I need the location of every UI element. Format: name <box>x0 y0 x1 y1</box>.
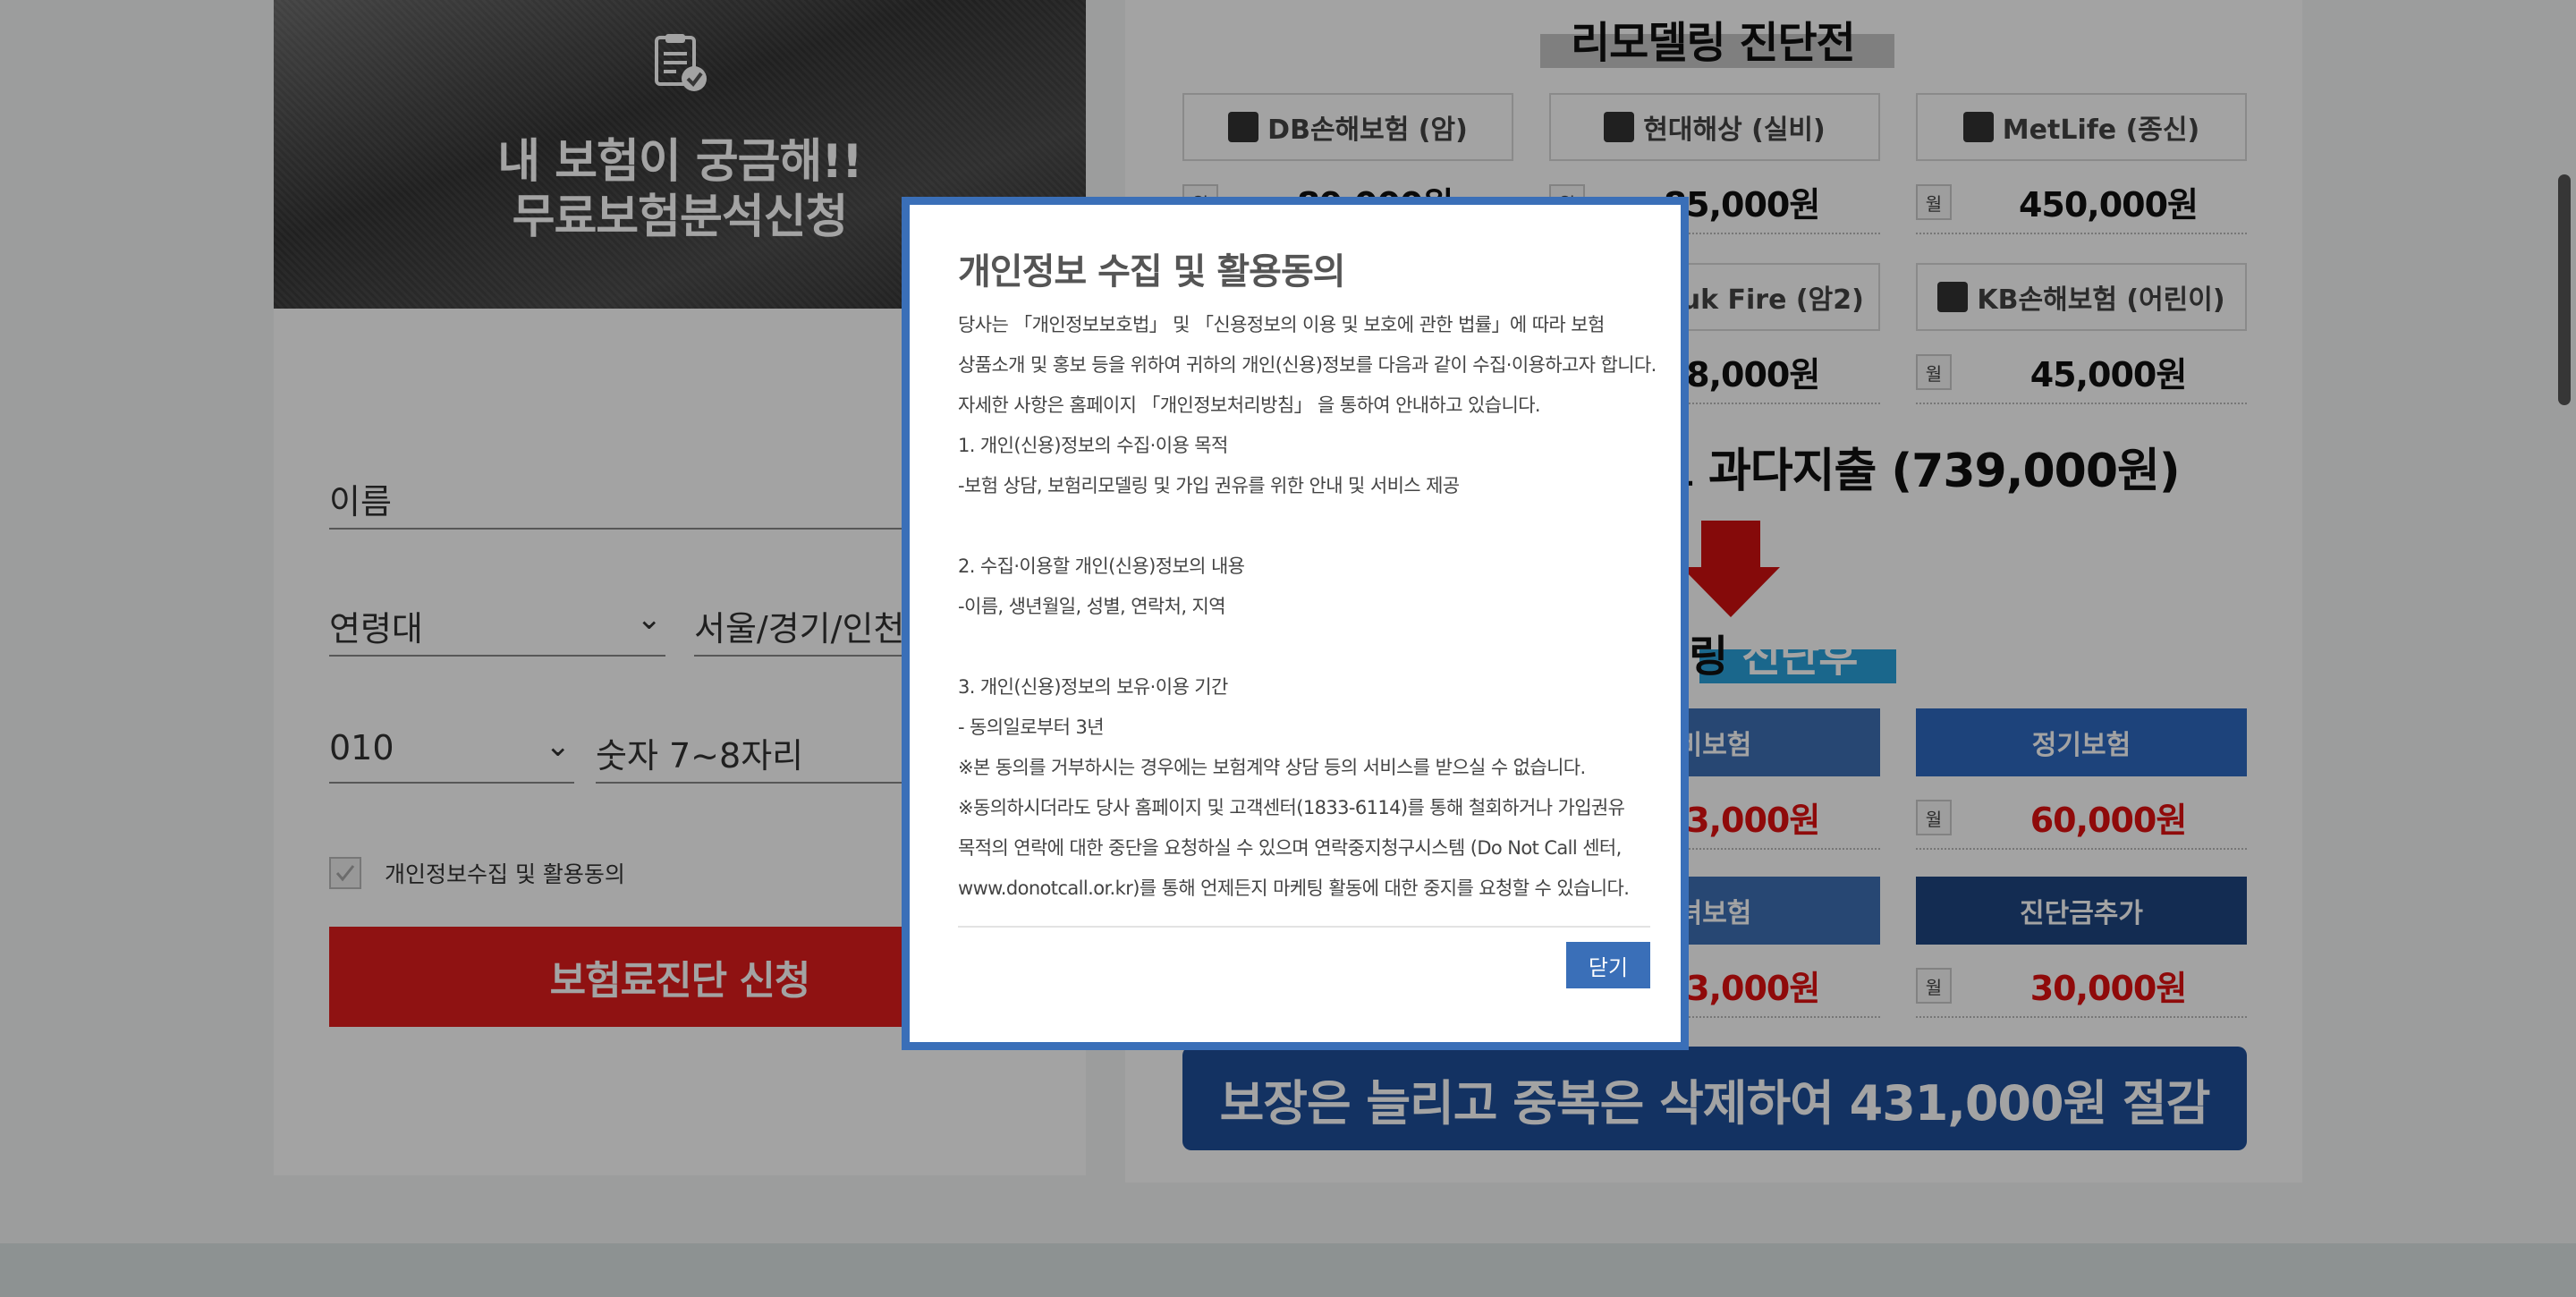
modal-title: 개인정보 수집 및 활용동의 <box>958 251 1346 292</box>
privacy-consent-modal: 개인정보 수집 및 활용동의 당사는 「개인정보보호법」 및 「신용정보의 이용… <box>902 197 1689 1050</box>
modal-divider <box>958 926 1650 928</box>
modal-line: -이름, 생년월일, 성별, 연락처, 지역 <box>958 596 1226 617</box>
modal-line <box>958 506 1665 547</box>
modal-line: www.donotcall.or.kr)를 통해 언제든지 마케팅 활동에 대한… <box>958 877 1630 899</box>
modal-line: 당사는 「개인정보보호법」 및 「신용정보의 이용 및 보호에 관한 법률」에 … <box>958 314 1605 335</box>
modal-line: ※동의하시더라도 당사 홈페이지 및 고객센터(1833-6114)를 통해 철… <box>958 797 1625 818</box>
modal-body: 당사는 「개인정보보호법」 및 「신용정보의 이용 및 보호에 관한 법률」에 … <box>958 305 1665 909</box>
page: 내 보험이 궁금해!! 무료보험분석신청 이름 연령대 ⌄ 서울/경기/인천 0… <box>0 0 2576 1297</box>
modal-line: ※본 동의를 거부하시는 경우에는 보험계약 상담 등의 서비스를 받으실 수 … <box>958 757 1586 778</box>
modal-line: 2. 수집·이용할 개인(신용)정보의 내용 <box>958 555 1245 577</box>
modal-line: - 동의일로부터 3년 <box>958 716 1105 738</box>
modal-line: 3. 개인(신용)정보의 보유·이용 기간 <box>958 676 1228 698</box>
modal-line: 목적의 연락에 대한 중단을 요청하실 수 있으며 연락중지청구시스템 (Do … <box>958 837 1622 859</box>
modal-line: 자세한 사항은 홈페이지 「개인정보처리방침」 을 통하여 안내하고 있습니다. <box>958 394 1541 416</box>
modal-line: 상품소개 및 홍보 등을 위하여 귀하의 개인(신용)정보를 다음과 같이 수집… <box>958 354 1657 376</box>
modal-line: -보험 상담, 보험리모델링 및 가입 권유를 위한 안내 및 서비스 제공 <box>958 475 1460 496</box>
modal-line <box>958 627 1665 667</box>
modal-line: 1. 개인(신용)정보의 수집·이용 목적 <box>958 435 1228 456</box>
close-button[interactable]: 닫기 <box>1566 942 1650 988</box>
